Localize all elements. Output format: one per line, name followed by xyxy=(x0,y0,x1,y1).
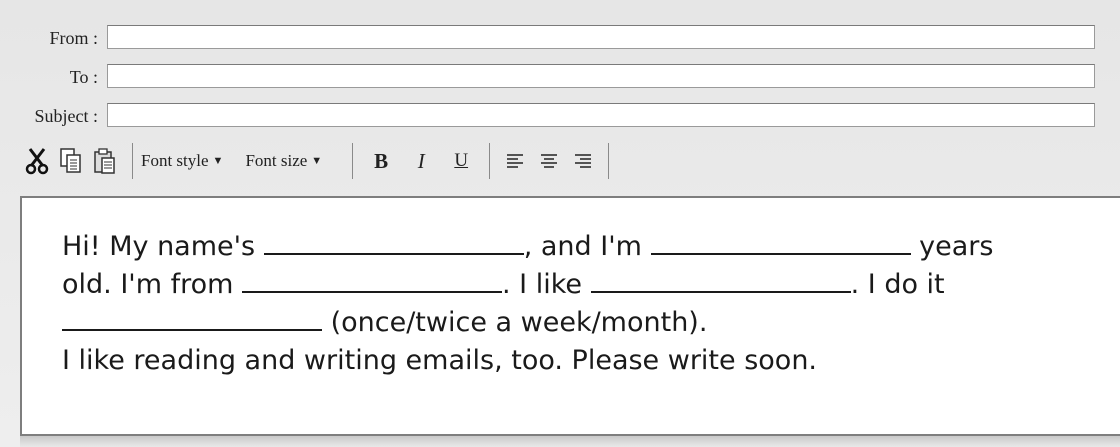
italic-button[interactable]: I xyxy=(401,149,441,174)
subject-field[interactable] xyxy=(107,103,1095,127)
font-size-label: Font size xyxy=(245,151,308,170)
text-segment: (once/twice a week/month). xyxy=(322,307,708,338)
from-field[interactable] xyxy=(107,25,1095,49)
underline-button[interactable]: U xyxy=(441,150,481,172)
formatting-toolbar: Font style ▼ Font size ▼ B I U xyxy=(22,138,1112,184)
caret-down-icon: ▼ xyxy=(212,155,224,167)
toolbar-divider xyxy=(132,143,133,179)
message-body-editor[interactable]: Hi! My name's , and I'm years old. I'm f… xyxy=(20,196,1120,436)
to-field[interactable] xyxy=(107,64,1095,88)
caret-down-icon: ▼ xyxy=(311,155,323,167)
toolbar-divider xyxy=(608,143,610,179)
paste-icon[interactable] xyxy=(90,146,120,176)
to-label: To : xyxy=(69,67,98,87)
email-compose-window: From : To : Subject : Font style ▼ Font … xyxy=(0,0,1120,447)
country-blank[interactable] xyxy=(242,269,503,293)
font-style-dropdown[interactable]: Font style ▼ xyxy=(141,151,223,171)
message-line-3: (once/twice a week/month). xyxy=(62,304,1102,342)
age-blank[interactable] xyxy=(650,231,911,255)
text-segment: , and I'm xyxy=(523,231,651,262)
toolbar-divider xyxy=(489,143,491,179)
align-right-icon[interactable] xyxy=(566,146,600,176)
subject-label: Subject : xyxy=(34,106,99,126)
scissors-icon[interactable] xyxy=(22,146,52,176)
text-segment: . I like xyxy=(502,269,591,300)
font-style-label: Font style xyxy=(141,151,209,170)
message-line-4: I like reading and writing emails, too. … xyxy=(62,345,818,376)
align-left-icon[interactable] xyxy=(498,146,532,176)
message-line-2: old. I'm from . I like . I do it xyxy=(62,266,1102,304)
message-line-1: Hi! My name's , and I'm years xyxy=(62,228,1102,266)
align-center-icon[interactable] xyxy=(532,146,566,176)
font-size-dropdown[interactable]: Font size ▼ xyxy=(245,151,322,171)
toolbar-divider xyxy=(352,143,354,179)
to-row: To : xyxy=(0,64,1120,92)
bold-button[interactable]: B xyxy=(361,149,401,174)
text-segment: old. I'm from xyxy=(62,269,243,300)
name-blank[interactable] xyxy=(263,231,524,255)
hobby-blank[interactable] xyxy=(590,269,851,293)
text-segment: years xyxy=(910,231,994,262)
text-segment: . I do it xyxy=(850,269,945,300)
from-row: From : xyxy=(0,25,1120,53)
subject-row: Subject : xyxy=(0,103,1120,131)
from-label: From : xyxy=(49,28,98,48)
frequency-blank[interactable] xyxy=(62,307,322,331)
editor-shadow xyxy=(20,436,1120,447)
message-text: Hi! My name's , and I'm years old. I'm f… xyxy=(62,228,1102,380)
text-segment: Hi! My name's xyxy=(62,231,264,262)
copy-icon[interactable] xyxy=(56,146,86,176)
